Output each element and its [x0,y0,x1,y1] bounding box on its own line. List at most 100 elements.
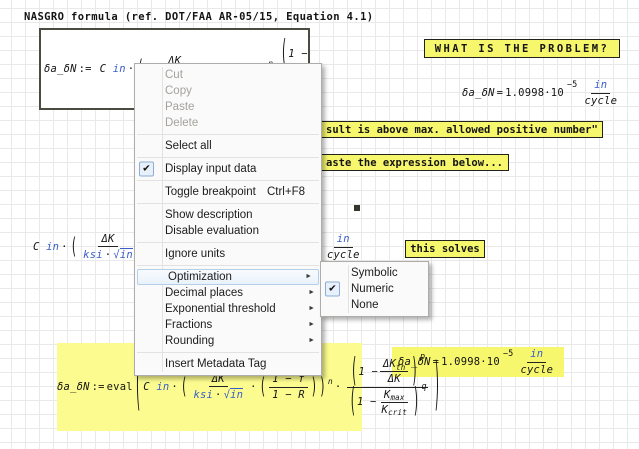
in-per-cycle: in cycle [324,233,363,260]
note-text: sult is above max. allowed positive numb… [326,124,598,136]
unit-cycle: cycle [327,249,360,261]
menu-item-insert-metadata-tag[interactable]: Insert Metadata Tag [135,356,321,372]
menu-item-copy[interactable]: Copy [135,83,321,99]
menu-item-disable-evaluation[interactable]: Disable evaluation [135,223,321,239]
exp-n: n [328,377,333,386]
menu-separator [137,157,319,158]
menu-item-ignore-units[interactable]: Ignore units [135,246,321,262]
paren-open: ( [181,374,188,399]
menu-item-label: Numeric [351,281,394,297]
result-equation-top[interactable]: δa_δN = 1.0998·10 −5 in cycle [462,77,622,109]
menu-item-label: Rounding [165,333,214,349]
menu-item-label: Ignore units [165,246,225,262]
submenu-arrow-icon: ► [305,270,312,284]
times-dot: · [250,381,257,393]
in-per-cycle: in cycle [517,348,556,375]
unit-in: in [113,63,126,75]
result-value: 1.0998·10 [505,87,564,99]
smath-worksheet: NASGRO formula (ref. DOT/FAA AR-05/15, E… [0,0,639,449]
var-dK: ΔK [383,358,396,370]
unit-ksi: ksi [193,389,213,401]
unit-in: in [120,248,133,261]
menu-item-label: Copy [165,83,192,99]
unit-in: in [530,348,543,360]
menu-item-exponential-threshold[interactable]: Exponential threshold ► [135,301,321,317]
context-menu: Cut Copy Paste Delete Select all ✔ Displ… [134,63,322,376]
submenu-arrow-icon: ► [308,333,315,349]
menu-item-label: Disable evaluation [165,223,259,239]
menu-item-show-description[interactable]: Show description [135,207,321,223]
result-value: 1.0998·10 [441,356,500,368]
submenu-item-none[interactable]: None [321,297,428,313]
var-C: C [143,381,150,393]
term-one-minus: 1 − [357,396,377,408]
var-dadn: δa_δN [462,87,495,99]
menu-item-label: Select all [165,138,212,154]
submenu-item-numeric[interactable]: ✔ Numeric [321,281,428,297]
menu-item-label: Optimization [168,270,232,284]
eval-keyword: eval [107,381,133,393]
var-dK: ΔK [101,233,114,245]
menu-item-select-all[interactable]: Select all [135,138,321,154]
menu-item-shortcut: Ctrl+F8 [267,184,313,200]
threshold-over-crit-fraction: ( 1 − ΔKthΔK ) p ( 1 − KmaxKcrit ) q [345,358,429,415]
times-dot: · [61,241,68,253]
worksheet-title[interactable]: NASGRO formula (ref. DOT/FAA AR-05/15, E… [24,11,374,23]
unit-in: in [594,79,607,91]
term-one-minus-R: 1 − R [272,389,305,401]
note-what-is-the-problem[interactable]: WHAT IS THE PROBLEM? [424,39,620,58]
menu-item-display-input-data[interactable]: ✔ Display input data [135,161,321,177]
note-this-solves[interactable]: this solves [405,240,485,258]
menu-separator [137,134,319,135]
times-dot: · [335,381,342,393]
unit-in: in [337,233,350,245]
note-text: this solves [410,243,480,255]
note-result-above-max[interactable]: sult is above max. allowed positive numb… [316,121,603,138]
selection-handle[interactable] [354,205,360,211]
menu-item-rounding[interactable]: Rounding ► [135,333,321,349]
submenu-item-symbolic[interactable]: Symbolic [321,265,428,281]
dk-over-ksi-sqrt-in: ΔK ksi·√in [190,373,246,401]
unit-cycle: cycle [584,95,617,107]
menu-separator [137,180,319,181]
menu-item-toggle-breakpoint[interactable]: Toggle breakpoint Ctrl+F8 [135,184,321,200]
menu-item-label: Symbolic [351,265,398,281]
times-dot: · [105,249,112,261]
exp-q: q [421,383,426,393]
menu-item-label: Cut [165,67,183,83]
menu-item-label: Display input data [165,161,256,177]
exp-p: p [420,353,425,363]
note-paste-expression[interactable]: aste the expression below... [316,154,509,171]
menu-item-label: Insert Metadata Tag [165,356,266,372]
var-dK: ΔK [388,373,401,385]
submenu-arrow-icon: ► [308,301,315,317]
term-one-minus: 1 − [358,366,378,378]
unit-in: in [46,241,59,253]
menu-separator [137,265,319,266]
assign-op: := [79,63,92,75]
menu-item-optimization[interactable]: Optimization ► [137,269,319,285]
times-dot: · [171,381,178,393]
menu-item-fractions[interactable]: Fractions ► [135,317,321,333]
f-over-R-fraction: 1 − f 1 − R [269,373,308,400]
menu-item-label: Decimal places [165,285,243,301]
sub-th: th [396,364,405,373]
unit-in: in [230,388,243,401]
sub-max: max [390,394,404,403]
menu-item-label: Fractions [165,317,212,333]
submenu-arrow-icon: ► [308,317,315,333]
menu-item-cut[interactable]: Cut [135,67,321,83]
note-text: aste the expression below... [326,157,503,169]
var-C: C [33,241,40,253]
menu-item-delete[interactable]: Delete [135,115,321,131]
menu-item-decimal-places[interactable]: Decimal places ► [135,285,321,301]
menu-item-label: Paste [165,99,194,115]
checkmark-icon: ✔ [139,162,154,177]
var-dadn: δa_δN [57,381,90,393]
unit-cycle: cycle [520,364,553,376]
note-text: WHAT IS THE PROBLEM? [435,43,609,55]
menu-item-label: Delete [165,115,198,131]
var-C: C [100,63,107,75]
menu-item-paste[interactable]: Paste [135,99,321,115]
paren-close: ) [413,383,420,420]
